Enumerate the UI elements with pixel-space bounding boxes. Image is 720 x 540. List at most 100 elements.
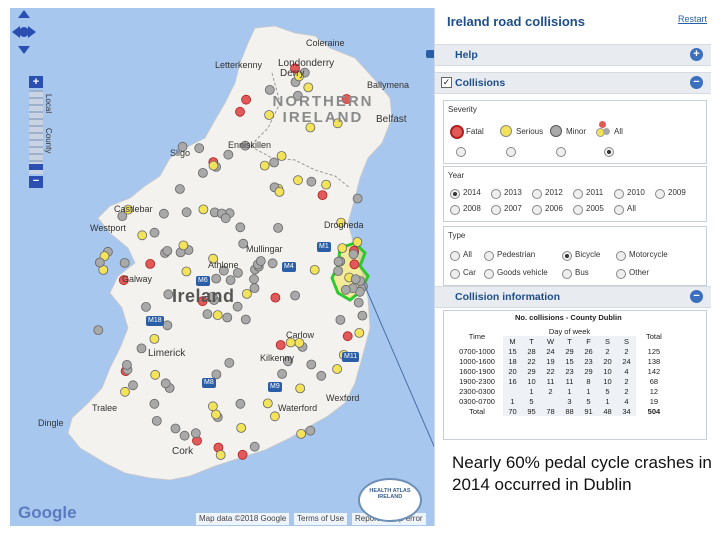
collision-marker[interactable]	[224, 357, 235, 368]
collision-marker[interactable]	[269, 411, 280, 422]
collision-marker[interactable]	[337, 243, 348, 254]
zoom-slider-handle[interactable]	[29, 164, 43, 170]
type-radio-pedestrian[interactable]	[484, 251, 494, 261]
collision-marker[interactable]	[317, 190, 328, 201]
collision-marker[interactable]	[236, 422, 247, 433]
collision-marker[interactable]	[275, 340, 286, 350]
collision-marker[interactable]	[181, 266, 192, 277]
map[interactable]: + Local County − Coleraine Letterkenny L…	[10, 8, 434, 526]
collision-marker[interactable]	[249, 441, 260, 452]
collision-marker[interactable]	[335, 314, 346, 325]
collision-marker[interactable]	[160, 378, 171, 389]
collision-marker[interactable]	[94, 257, 105, 268]
collision-marker[interactable]	[342, 331, 353, 342]
year-radio-2010[interactable]	[614, 189, 624, 199]
collision-marker[interactable]	[174, 184, 185, 194]
restart-link[interactable]: Restart	[678, 14, 707, 24]
collision-marker[interactable]	[296, 428, 307, 439]
collision-marker[interactable]	[170, 423, 181, 434]
year-radio-2005[interactable]	[573, 205, 583, 215]
collision-marker[interactable]	[340, 284, 351, 295]
year-radio-all[interactable]	[614, 205, 624, 215]
collision-marker[interactable]	[273, 222, 284, 233]
collision-marker[interactable]	[194, 143, 205, 154]
collision-marker[interactable]	[235, 398, 246, 409]
collision-marker[interactable]	[235, 106, 245, 117]
type-radio-bicycle[interactable]	[562, 251, 572, 261]
collision-marker[interactable]	[215, 450, 226, 460]
section-collision-info[interactable]: Collision information −	[435, 286, 711, 308]
collision-marker[interactable]	[151, 415, 162, 426]
year-radio-2014[interactable]	[450, 189, 460, 199]
collision-marker[interactable]	[349, 259, 360, 270]
collision-marker[interactable]	[262, 398, 273, 409]
zoom-in-button[interactable]: +	[29, 76, 43, 88]
type-radio-motorcycle[interactable]	[616, 251, 626, 261]
zoom-out-button[interactable]: −	[29, 176, 43, 188]
collapse-info-icon[interactable]: −	[690, 290, 703, 303]
collision-marker[interactable]	[321, 179, 332, 190]
type-radio-goods-vehicle[interactable]	[484, 269, 494, 279]
collision-marker[interactable]	[149, 227, 160, 238]
collision-marker[interactable]	[267, 258, 278, 269]
collision-marker[interactable]	[352, 237, 363, 247]
collision-marker[interactable]	[309, 264, 320, 275]
collision-marker[interactable]	[333, 266, 344, 276]
collision-marker[interactable]	[353, 297, 364, 308]
collision-marker[interactable]	[208, 160, 219, 171]
collision-marker[interactable]	[295, 383, 306, 394]
severity-all-radio[interactable]	[604, 147, 614, 157]
collision-marker[interactable]	[181, 207, 192, 218]
collision-marker[interactable]	[190, 428, 201, 439]
collision-marker[interactable]	[235, 222, 246, 233]
collision-marker[interactable]	[225, 275, 236, 286]
collision-marker[interactable]	[306, 359, 317, 370]
collision-marker[interactable]	[149, 398, 160, 409]
collision-marker[interactable]	[207, 401, 218, 412]
collision-marker[interactable]	[332, 364, 343, 374]
year-radio-2006[interactable]	[532, 205, 542, 215]
collision-marker[interactable]	[202, 309, 213, 320]
type-radio-all[interactable]	[450, 251, 460, 261]
zoom-control[interactable]: + Local County −	[29, 76, 53, 190]
collision-marker[interactable]	[352, 193, 363, 204]
collision-marker[interactable]	[162, 320, 173, 331]
collision-marker[interactable]	[293, 175, 303, 186]
collision-marker[interactable]	[269, 157, 280, 168]
collision-marker[interactable]	[197, 167, 208, 178]
collision-marker[interactable]	[249, 283, 260, 294]
year-radio-2008[interactable]	[450, 205, 460, 215]
collision-marker[interactable]	[211, 273, 222, 284]
collision-marker[interactable]	[149, 333, 160, 344]
collision-marker[interactable]	[276, 151, 287, 161]
severity-fatal-radio[interactable]	[456, 147, 466, 157]
collision-marker[interactable]	[350, 274, 361, 285]
severity-serious-radio[interactable]	[506, 147, 516, 157]
collision-marker[interactable]	[93, 325, 104, 336]
collision-marker[interactable]	[316, 370, 327, 381]
section-collisions[interactable]: ✓ Collisions −	[435, 72, 711, 94]
collision-marker[interactable]	[354, 327, 365, 338]
year-radio-2009[interactable]	[655, 189, 665, 199]
collision-marker[interactable]	[241, 94, 252, 105]
collision-marker[interactable]	[141, 301, 151, 312]
collision-marker[interactable]	[259, 160, 270, 171]
collision-marker[interactable]	[179, 430, 190, 441]
collision-marker[interactable]	[270, 292, 281, 303]
year-radio-2011[interactable]	[573, 189, 583, 199]
year-radio-2012[interactable]	[532, 189, 542, 199]
collision-marker[interactable]	[178, 240, 189, 251]
year-radio-2013[interactable]	[491, 189, 501, 199]
collision-marker[interactable]	[305, 425, 316, 436]
collision-marker[interactable]	[220, 213, 231, 224]
collision-marker[interactable]	[241, 288, 252, 299]
severity-minor-radio[interactable]	[556, 147, 566, 157]
collision-marker[interactable]	[357, 310, 368, 321]
collision-marker[interactable]	[145, 258, 156, 269]
type-radio-bus[interactable]	[562, 269, 572, 279]
collision-marker[interactable]	[212, 310, 223, 321]
collision-marker[interactable]	[162, 245, 173, 256]
collision-marker[interactable]	[222, 312, 233, 323]
collision-marker[interactable]	[122, 359, 132, 370]
expand-icon[interactable]: +	[690, 48, 703, 61]
